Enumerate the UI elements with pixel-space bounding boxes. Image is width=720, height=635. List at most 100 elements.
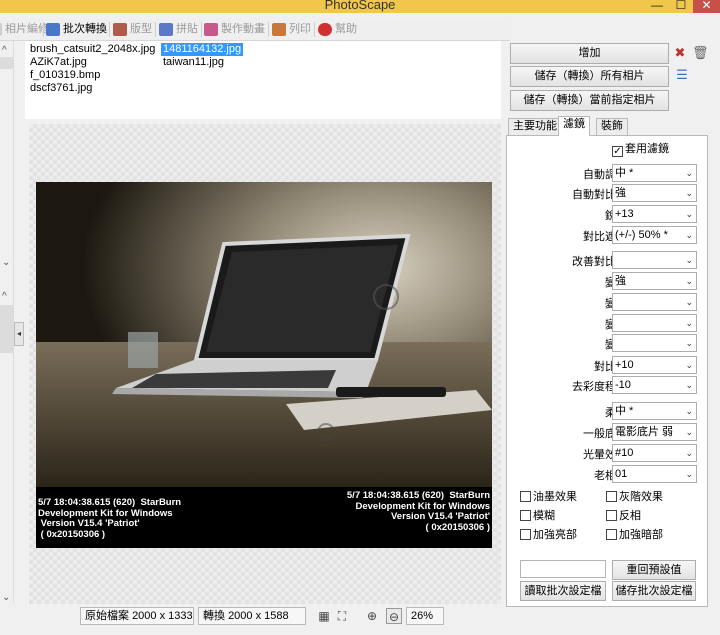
chevron-down-icon: ⌄ <box>685 168 693 178</box>
tab-print[interactable]: 列印 <box>270 19 311 40</box>
collapse-panel-handle[interactable]: ◂ <box>14 322 24 346</box>
toolbar-divider <box>155 22 156 37</box>
original-size: 2000 x 1333 <box>132 610 193 622</box>
file-item[interactable]: taiwan11.jpg <box>163 56 224 69</box>
filter-setting-dropdown[interactable]: 01 ⌄ <box>612 465 697 483</box>
checker-grid-icon[interactable]: ▦ <box>316 608 332 624</box>
enhance-shadows-checkbox[interactable]: 加強暗部 <box>606 529 663 542</box>
filter-setting-dropdown[interactable]: ⌄ <box>612 314 697 332</box>
chevron-down-icon: ⌄ <box>685 338 693 348</box>
ink-effect-checkbox[interactable]: 油墨效果 <box>520 491 577 504</box>
chevron-down-icon: ⌄ <box>685 230 693 240</box>
tab-help[interactable]: 幫助 <box>316 19 357 40</box>
chevron-down-icon: ⌄ <box>685 276 693 286</box>
dropdown-value: #10 <box>615 447 634 459</box>
chevron-down-icon: ⌄ <box>685 318 693 328</box>
dropdown-value: 電影底片 弱 <box>615 426 674 438</box>
print-icon <box>272 23 286 36</box>
preset-name-field[interactable] <box>520 560 606 578</box>
tab-collage[interactable]: 拼貼 <box>157 19 198 40</box>
chevron-down-icon: ⌄ <box>685 469 693 479</box>
tab-template[interactable]: 版型 <box>111 19 152 40</box>
main-toolbar: 相片編修 批次轉換 版型 拼貼 製作動畫 列印 幫助 <box>0 19 510 41</box>
filter-setting-dropdown[interactable]: 強 ⌄ <box>612 184 697 202</box>
file-item-selected[interactable]: 1481164132.jpg <box>161 43 244 56</box>
checkbox-label: 反相 <box>619 510 641 522</box>
zoom-in-icon[interactable]: ⊕ <box>364 608 380 624</box>
tab-filter[interactable]: 濾鏡 <box>558 116 590 136</box>
tab-main-features[interactable]: 主要功能 <box>508 118 562 135</box>
save-batch-settings-button[interactable]: 儲存批次設定檔 <box>612 581 696 601</box>
filter-setting-dropdown[interactable]: +13 ⌄ <box>612 205 697 223</box>
filter-setting-dropdown[interactable]: (+/-) 50% * ⌄ <box>612 226 697 244</box>
tab-photo-editor[interactable]: 相片編修 <box>0 19 49 40</box>
filter-setting-dropdown[interactable]: ⌄ <box>612 251 697 269</box>
invert-checkbox[interactable]: 反相 <box>606 510 641 523</box>
convert-size: 2000 x 1588 <box>228 610 289 622</box>
help-icon <box>318 23 332 36</box>
original-label: 原始檔案 <box>85 610 129 622</box>
template-icon <box>113 23 127 36</box>
settings-tabs: 主要功能 濾鏡 裝飾 <box>508 116 708 136</box>
chevron-down-icon[interactable]: ⌄ <box>2 592 10 603</box>
fit-screen-icon[interactable]: ⛶ <box>334 608 350 624</box>
blur-checkbox[interactable]: 模糊 <box>520 510 555 523</box>
dropdown-value: 強 <box>615 275 626 287</box>
file-item[interactable]: f_010319.bmp <box>30 69 100 82</box>
rail-segment <box>0 57 13 69</box>
chevron-down-icon: ⌄ <box>685 448 693 458</box>
list-icon[interactable]: ☰ <box>675 68 689 82</box>
add-button[interactable]: 增加 <box>510 43 669 64</box>
convert-label: 轉換 <box>203 610 225 622</box>
save-current-button[interactable]: 儲存（轉換）當前指定相片 <box>510 90 669 111</box>
chevron-down-icon[interactable]: ⌄ <box>2 257 10 268</box>
filter-setting-dropdown[interactable]: ⌄ <box>612 293 697 311</box>
grayscale-checkbox[interactable]: 灰階效果 <box>606 491 663 504</box>
scroll-up-icon[interactable]: ^ <box>2 45 7 56</box>
file-item[interactable]: brush_catsuit2_2048x.jpg <box>30 43 155 56</box>
enhance-highlights-checkbox[interactable]: 加強亮部 <box>520 529 577 542</box>
reset-defaults-button[interactable]: 重回預設值 <box>612 560 696 580</box>
tab-decoration[interactable]: 裝飾 <box>596 118 628 135</box>
dropdown-value: 強 <box>615 187 626 199</box>
laptop-photo-image <box>36 182 492 487</box>
photo-edit-icon <box>0 23 2 36</box>
checkbox-label: 油墨效果 <box>533 491 577 503</box>
filter-setting-dropdown[interactable]: 電影底片 弱 ⌄ <box>612 423 697 441</box>
file-item[interactable]: AZiK7at.jpg <box>30 56 87 69</box>
scrollbar-thumb[interactable] <box>0 305 13 353</box>
filter-setting-dropdown[interactable]: ⌄ <box>612 334 697 352</box>
apply-filter-checkbox[interactable]: ✓ 套用濾鏡 <box>612 143 669 157</box>
filter-setting-dropdown[interactable]: -10 ⌄ <box>612 376 697 394</box>
minimize-button[interactable]: — <box>645 0 669 13</box>
remove-x-icon[interactable]: ✖ <box>673 46 687 60</box>
filter-setting-dropdown[interactable]: #10 ⌄ <box>612 444 697 462</box>
apply-filter-label: 套用濾鏡 <box>625 143 669 155</box>
save-all-button[interactable]: 儲存（轉換）所有相片 <box>510 66 669 87</box>
dropdown-value: (+/-) 50% * <box>615 229 668 241</box>
dropdown-value: +10 <box>615 359 634 371</box>
filter-setting-dropdown[interactable]: 強 ⌄ <box>612 272 697 290</box>
checkbox-label: 加強亮部 <box>533 529 577 541</box>
tab-batch-convert[interactable]: 批次轉換 <box>44 19 107 40</box>
batch-convert-icon <box>46 23 60 36</box>
filter-setting-dropdown[interactable]: 中 * ⌄ <box>612 402 697 420</box>
maximize-button[interactable]: ☐ <box>669 0 693 13</box>
load-batch-settings-button[interactable]: 讀取批次設定檔 <box>520 581 606 601</box>
chevron-down-icon: ⌄ <box>685 255 693 265</box>
checkbox-box <box>606 529 617 540</box>
checkbox-box <box>520 529 531 540</box>
zoom-out-icon[interactable]: ⊖ <box>386 608 402 624</box>
zoom-level: 26% <box>406 607 444 625</box>
filter-setting-dropdown[interactable]: 中 * ⌄ <box>612 164 697 182</box>
dropdown-value: 中 * <box>615 405 634 417</box>
photo-caption-strip: 5/7 18:04:38.615 (620) StarBurn Developm… <box>36 487 492 548</box>
close-window-button[interactable]: ✕ <box>693 0 720 13</box>
trash-icon[interactable]: 🗑 <box>692 46 709 60</box>
chevron-up-icon[interactable]: ^ <box>2 291 7 302</box>
file-item[interactable]: dscf3761.jpg <box>30 82 92 95</box>
filter-setting-dropdown[interactable]: +10 ⌄ <box>612 356 697 374</box>
tab-animation[interactable]: 製作動畫 <box>202 19 265 40</box>
tab-label: 批次轉換 <box>63 23 107 35</box>
caption-text-right: 5/7 18:04:38.615 (620) StarBurn Developm… <box>346 490 490 533</box>
